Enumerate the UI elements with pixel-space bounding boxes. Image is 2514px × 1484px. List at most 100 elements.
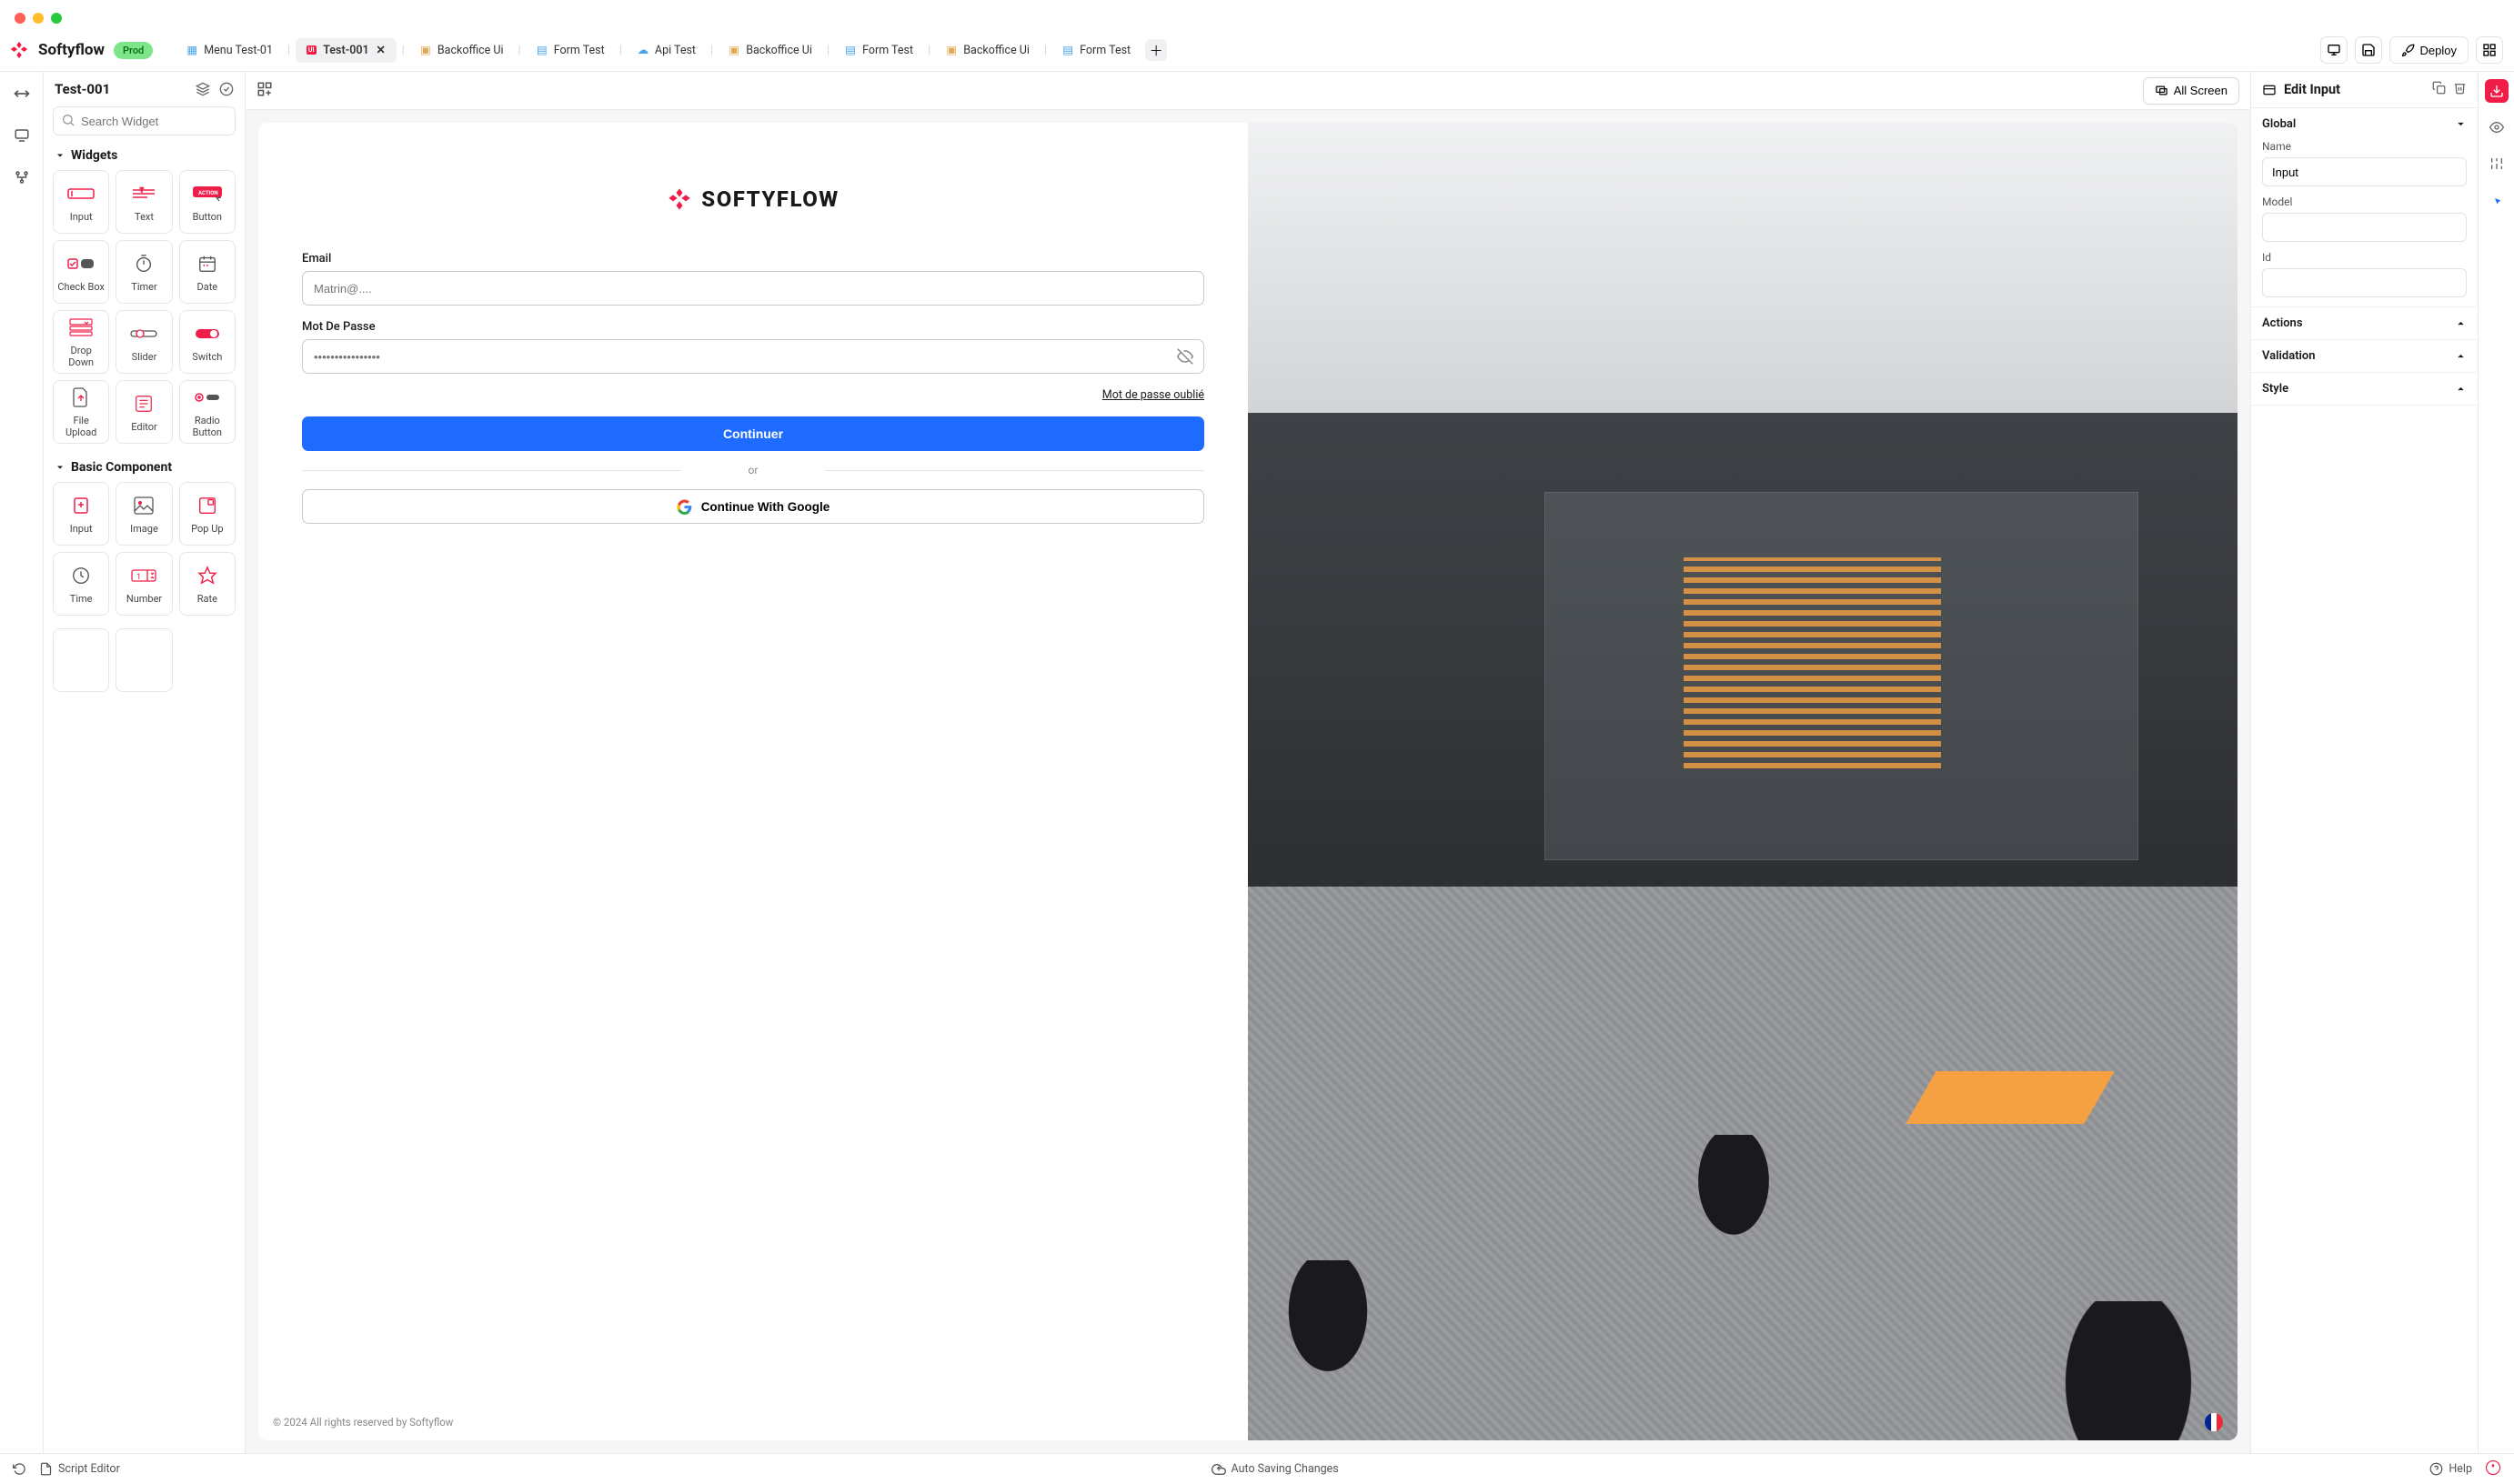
traffic-light-minimize[interactable] — [33, 13, 44, 24]
page-title: Test-001 — [55, 81, 110, 97]
widget-file-upload[interactable]: File Upload — [53, 380, 109, 444]
widget-radio[interactable]: Radio Button — [179, 380, 236, 444]
tab-api-test[interactable]: ☁ Api Test — [628, 38, 705, 63]
tab-add-button[interactable]: ＋ — [1145, 39, 1167, 61]
prop-name-input[interactable] — [2262, 157, 2467, 186]
search-icon — [61, 113, 75, 127]
tab-menu-test-01[interactable]: ▦ Menu Test-01 — [176, 38, 282, 63]
chevron-down-icon — [55, 150, 65, 161]
actions-section-header[interactable]: Actions — [2251, 307, 2478, 340]
save-icon — [2361, 43, 2376, 57]
rocket-icon — [2401, 44, 2415, 57]
basic-empty-1[interactable] — [53, 628, 109, 692]
copy-icon[interactable] — [2432, 81, 2446, 98]
basic-time[interactable]: Time — [53, 552, 109, 616]
script-editor-button[interactable]: Script Editor — [39, 1462, 120, 1476]
google-signin-button[interactable]: Continue With Google — [302, 489, 1204, 524]
basic-rate[interactable]: Rate — [179, 552, 236, 616]
widgets-panel: Test-001 Widgets Input TText ACTION — [44, 72, 246, 1453]
tab-backoffice-ui-2[interactable]: ▣ Backoffice Ui — [719, 38, 821, 63]
rail-inspect-button[interactable] — [2485, 188, 2509, 212]
rail-screen-button[interactable] — [9, 123, 35, 148]
rail-tree-button[interactable] — [9, 165, 35, 190]
global-section-header[interactable]: Global — [2262, 117, 2467, 131]
basic-input[interactable]: Input — [53, 482, 109, 546]
rail-settings-button[interactable] — [2485, 152, 2509, 175]
layers-icon[interactable] — [196, 82, 210, 96]
help-button[interactable]: Help — [2429, 1462, 2472, 1476]
basic-number[interactable]: 1Number — [116, 552, 172, 616]
download-icon — [2489, 84, 2504, 98]
widget-switch[interactable]: Switch — [179, 310, 236, 374]
tab-label: Backoffice Ui — [746, 44, 812, 57]
search-widget-input[interactable] — [53, 106, 236, 135]
tab-backoffice-ui-3[interactable]: ▣ Backoffice Ui — [936, 38, 1039, 63]
prop-id-input[interactable] — [2262, 268, 2467, 297]
tab-form-test-1[interactable]: ▤ Form Test — [527, 38, 614, 63]
deploy-button[interactable]: Deploy — [2389, 36, 2469, 64]
or-separator: or — [302, 464, 1204, 476]
database-icon: ▤ — [536, 44, 548, 56]
widget-text[interactable]: TText — [116, 170, 172, 234]
window-traffic-lights — [0, 0, 2514, 36]
widget-date[interactable]: Date — [179, 240, 236, 304]
preview-button[interactable] — [2320, 36, 2348, 64]
validation-section-header[interactable]: Validation — [2251, 340, 2478, 373]
cursor-click-icon — [2489, 193, 2504, 207]
widgets-section-header[interactable]: Widgets — [44, 145, 245, 170]
style-section-header[interactable]: Style — [2251, 373, 2478, 406]
password-input[interactable] — [302, 339, 1204, 374]
widget-editor[interactable]: Editor — [116, 380, 172, 444]
widget-dropdown[interactable]: Drop Down — [53, 310, 109, 374]
email-input[interactable] — [302, 271, 1204, 306]
traffic-light-zoom[interactable] — [51, 13, 62, 24]
eye-off-icon[interactable] — [1177, 348, 1193, 368]
brand-badge[interactable] — [2485, 1459, 2501, 1479]
design-canvas[interactable]: SOFTYFLOW Email Mot De Passe Mot de pass… — [258, 123, 2237, 1440]
tab-form-test-3[interactable]: ▤ Form Test — [1052, 38, 1140, 63]
ui-icon: UI — [305, 44, 317, 56]
basic-empty-2[interactable] — [116, 628, 172, 692]
rail-preview-button[interactable] — [2485, 115, 2509, 139]
grid-plus-icon — [256, 81, 273, 97]
script-icon — [39, 1462, 53, 1476]
language-flag-fr[interactable] — [2205, 1413, 2223, 1431]
close-icon[interactable]: ✕ — [375, 44, 387, 56]
basic-image[interactable]: Image — [116, 482, 172, 546]
widget-input[interactable]: Input — [53, 170, 109, 234]
tab-label: Api Test — [655, 44, 696, 57]
grid-toggle-button[interactable] — [2476, 36, 2503, 64]
check-circle-icon[interactable] — [219, 82, 234, 96]
add-component-button[interactable] — [256, 81, 273, 101]
env-badge: Prod — [114, 42, 153, 59]
prop-name-label: Name — [2262, 140, 2467, 153]
canvas-area: All Screen SOFTYFLOW Email Mot De Passe — [246, 72, 2250, 1453]
undo-button[interactable] — [13, 1462, 26, 1476]
tab-form-test-2[interactable]: ▤ Form Test — [835, 38, 922, 63]
widget-slider[interactable]: Slider — [116, 310, 172, 374]
save-button[interactable] — [2355, 36, 2382, 64]
help-icon — [2429, 1462, 2443, 1476]
chevron-down-icon — [2455, 118, 2467, 130]
forgot-password-link[interactable]: Mot de passe oublié — [302, 388, 1204, 402]
layout-icon: ▦ — [186, 44, 198, 56]
widget-button[interactable]: ACTIONButton — [179, 170, 236, 234]
widget-checkbox[interactable]: Check Box — [53, 240, 109, 304]
tab-backoffice-ui-1[interactable]: ▣ Backoffice Ui — [410, 38, 513, 63]
prop-model-input[interactable] — [2262, 213, 2467, 242]
database-icon: ▤ — [844, 44, 857, 56]
prop-model-label: Model — [2262, 196, 2467, 208]
traffic-light-close[interactable] — [15, 13, 25, 24]
trash-icon[interactable] — [2453, 81, 2467, 98]
rail-export-button[interactable] — [2485, 79, 2509, 103]
basic-section-header[interactable]: Basic Component — [44, 456, 245, 482]
basic-popup[interactable]: Pop Up — [179, 482, 236, 546]
continue-button[interactable]: Continuer — [302, 416, 1204, 451]
cloud-sync-icon — [1212, 1462, 1226, 1477]
widget-timer[interactable]: Timer — [116, 240, 172, 304]
copyright-text: © 2024 All rights reserved by Softyflow — [273, 1416, 453, 1429]
hero-image — [1248, 123, 2237, 1440]
tab-test-001[interactable]: UI Test-001 ✕ — [296, 38, 396, 63]
all-screen-button[interactable]: All Screen — [2143, 77, 2239, 105]
rail-resize-button[interactable] — [9, 81, 35, 106]
